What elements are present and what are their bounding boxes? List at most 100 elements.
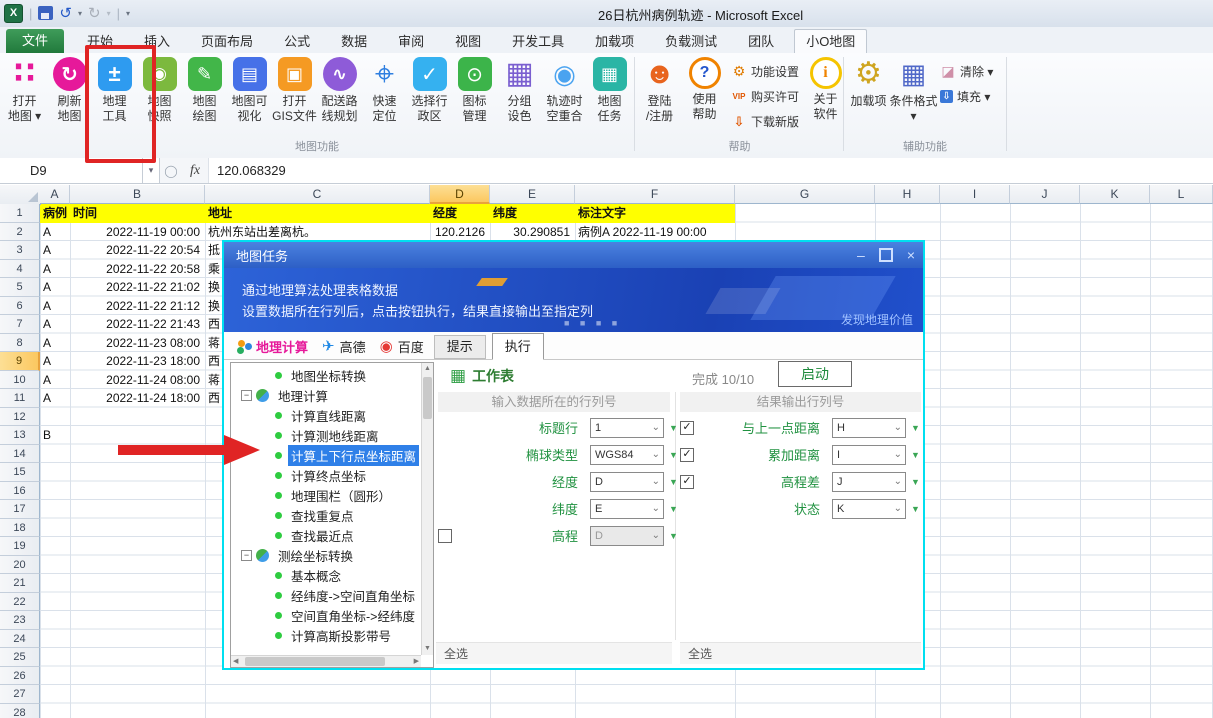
undo-dropdown-icon[interactable]: ▾	[78, 9, 82, 18]
column-header[interactable]: L	[1150, 185, 1213, 204]
cell-A6[interactable]: A	[40, 297, 70, 316]
cell-A7[interactable]: A	[40, 315, 70, 334]
cell-E2[interactable]: 30.290851	[490, 223, 575, 242]
column-header[interactable]: B	[70, 185, 205, 204]
ribbon-small-button[interactable]: 购买许可	[731, 84, 799, 109]
row-header[interactable]: 24	[0, 630, 40, 649]
ribbon-button[interactable]: 图标 管理	[453, 57, 496, 124]
insert-function-icon[interactable]: ◯	[160, 158, 182, 183]
cell-B10[interactable]: 2022-11-24 08:00	[70, 371, 205, 390]
select-all-left[interactable]: 全选	[436, 642, 672, 664]
dropdown[interactable]: 1⌄	[590, 418, 664, 438]
tree-horizontal-scrollbar[interactable]: ◀ ▶	[231, 655, 421, 667]
minimize-icon[interactable]: –	[857, 248, 865, 262]
cell-A1[interactable]: 病例	[40, 204, 70, 223]
column-header[interactable]: J	[1010, 185, 1080, 204]
excel-logo-icon[interactable]: X	[4, 4, 23, 23]
scrollbar-thumb[interactable]	[245, 657, 385, 666]
dropdown[interactable]: D⌄	[590, 526, 664, 546]
cell-B5[interactable]: 2022-11-22 21:02	[70, 278, 205, 297]
addins-button[interactable]: 加载项	[847, 57, 890, 124]
dropdown[interactable]: I⌄	[832, 445, 906, 465]
column-header[interactable]: G	[735, 185, 875, 204]
cell-A9[interactable]: A	[40, 352, 70, 371]
row-header[interactable]: 5	[0, 278, 40, 297]
cell-A11[interactable]: A	[40, 389, 70, 408]
ribbon-button[interactable]: 选择行 政区	[408, 57, 451, 124]
column-header[interactable]: D	[430, 185, 490, 204]
ribbon-tab[interactable]: 公式	[273, 31, 321, 53]
ribbon-button[interactable]: 打开 地图 ▾	[3, 57, 46, 124]
checkbox[interactable]	[680, 448, 694, 462]
row-header[interactable]: 2	[0, 223, 40, 242]
ribbon-tab[interactable]: 团队	[737, 31, 785, 53]
undo-icon[interactable]: ↺	[59, 6, 72, 21]
checkbox[interactable]	[680, 421, 694, 435]
column-header[interactable]: E	[490, 185, 575, 204]
cell-A8[interactable]: A	[40, 334, 70, 353]
green-arrow-icon[interactable]: ▼	[911, 450, 920, 460]
maximize-icon[interactable]	[879, 248, 893, 262]
cell-B4[interactable]: 2022-11-22 20:58	[70, 260, 205, 279]
ribbon-tab[interactable]: 视图	[444, 31, 492, 53]
close-icon[interactable]: ×	[907, 248, 915, 262]
ribbon-button[interactable]: 分组 设色	[498, 57, 541, 124]
row-header[interactable]: 27	[0, 685, 40, 704]
ribbon-tab[interactable]: 文件	[6, 29, 64, 53]
row-header[interactable]: 22	[0, 593, 40, 612]
column-header[interactable]: C	[205, 185, 430, 204]
qat-customize-icon[interactable]: ▾	[126, 9, 130, 18]
row-header[interactable]: 3	[0, 241, 40, 260]
cell-A4[interactable]: A	[40, 260, 70, 279]
row-header[interactable]: 28	[0, 704, 40, 718]
select-all-right[interactable]: 全选	[680, 642, 921, 664]
cell-A13[interactable]: B	[40, 426, 70, 445]
ribbon-tab[interactable]: 审阅	[387, 31, 435, 53]
tree-item[interactable]: − 空间直角坐标->经纬度	[231, 605, 421, 625]
row-header[interactable]: 8	[0, 334, 40, 353]
redo-dropdown-icon[interactable]: ▾	[107, 9, 111, 18]
row-header[interactable]: 9	[0, 352, 40, 371]
row-header[interactable]: 25	[0, 648, 40, 667]
row-header[interactable]: 15	[0, 463, 40, 482]
cell-B11[interactable]: 2022-11-24 18:00	[70, 389, 205, 408]
tree-item[interactable]: − 查找重复点	[231, 505, 421, 525]
collapse-icon[interactable]: −	[241, 390, 252, 401]
row-header[interactable]: 18	[0, 519, 40, 538]
scroll-down-icon[interactable]: ▼	[422, 643, 433, 655]
column-header[interactable]: K	[1080, 185, 1150, 204]
cell-D2[interactable]: 120.2126	[430, 223, 490, 242]
row-header[interactable]: 1	[0, 204, 40, 223]
cell-F2[interactable]: 病例A 2022-11-19 00:00	[575, 223, 735, 242]
green-arrow-icon[interactable]: ▼	[669, 423, 678, 433]
geo-calc-menu[interactable]: 地理计算	[238, 333, 308, 359]
ribbon-button[interactable]: 轨迹时 空重合	[543, 57, 586, 124]
ribbon-small-button[interactable]: 清除 ▾	[940, 59, 993, 84]
tree-item[interactable]: − 测绘坐标转换	[231, 545, 421, 565]
cell-E1[interactable]: 纬度	[490, 204, 575, 223]
tree-item[interactable]: − 地图坐标转换	[231, 365, 421, 385]
dropdown[interactable]: J⌄	[832, 472, 906, 492]
cell-A3[interactable]: A	[40, 241, 70, 260]
row-header[interactable]: 7	[0, 315, 40, 334]
tab-hint[interactable]: 提示	[434, 335, 486, 359]
tree-item[interactable]: − 地理围栏（圆形）	[231, 485, 421, 505]
dropdown[interactable]: E⌄	[590, 499, 664, 519]
tree-item[interactable]: − 经纬度->空间直角坐标	[231, 585, 421, 605]
row-header[interactable]: 23	[0, 611, 40, 630]
row-header[interactable]: 26	[0, 667, 40, 686]
row-header[interactable]: 14	[0, 445, 40, 464]
dropdown[interactable]: H⌄	[832, 418, 906, 438]
column-header[interactable]: H	[875, 185, 940, 204]
tab-run[interactable]: 执行	[492, 333, 544, 360]
row-header[interactable]: 17	[0, 500, 40, 519]
baidu-menu[interactable]: 百度	[380, 333, 424, 359]
ribbon-button[interactable]: 地图 任务	[588, 57, 631, 124]
column-header[interactable]: I	[940, 185, 1010, 204]
ribbon-small-button[interactable]: 下载新版	[731, 109, 799, 134]
ribbon-button[interactable]: 配送路 线规划	[318, 57, 361, 124]
column-header[interactable]: A	[40, 185, 70, 204]
login-button[interactable]: 登陆 /注册	[638, 57, 681, 134]
scroll-right-icon[interactable]: ▶	[414, 656, 419, 667]
ribbon-tab[interactable]: 加载项	[584, 31, 645, 53]
